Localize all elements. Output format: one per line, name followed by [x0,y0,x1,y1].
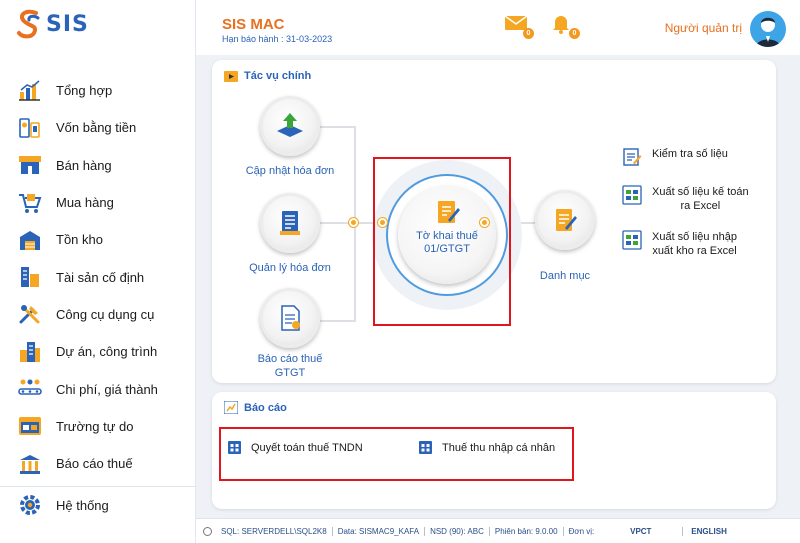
language-toggle[interactable]: ENGLISH [683,527,732,536]
bell-badge: 0 [569,28,580,39]
sidebar-item-he-thong[interactable]: Hệ thống [0,486,196,523]
money-icon [18,116,42,140]
notification-button[interactable]: 0 [550,13,580,39]
check-data-icon [623,148,642,166]
invoice-list-icon [280,211,300,235]
sidebar-item-ban-hang[interactable]: Bán hàng [0,147,196,184]
reports-panel: Báo cáo Quyết toán thuế TNDN Thuế thu nh… [212,392,776,509]
sidebar-item-von-bang-tien[interactable]: Vốn bằng tiền [0,109,196,146]
sidebar-item-label: Tồn kho [56,232,103,248]
warranty-text: Hạn báo hành : 31-03-2023 [222,34,333,44]
sidebar-item-tai-san[interactable]: Tài sản cố định [0,258,196,295]
status-bar: SQL: SERVERDELL\SQL2K8 Data: SISMAC9_KAF… [196,518,800,543]
report-chart-icon [224,401,238,414]
highlight-box-center [373,157,511,326]
mail-badge: 0 [523,28,534,39]
user-avatar-icon [756,17,780,47]
sidebar-item-chi-phi[interactable]: Chi phí, giá thành [0,370,196,407]
cost-icon [18,377,42,401]
user-name[interactable]: Người quản trị [665,21,742,35]
connection-radio[interactable] [203,526,212,536]
gear-icon [18,493,42,517]
sidebar-item-label: Mua hàng [56,195,114,211]
main-tasks-panel: Tác vụ chính Cập nhật hóa đơn Quản lý hó… [212,60,776,383]
sidebar-item-tong-hop[interactable]: Tổng hợp [0,72,196,109]
sidebar: SIS Tổng hợp Vốn bằng tiền Bán hàng Mua … [0,0,196,543]
warehouse-icon [18,228,42,252]
status-unit-value[interactable]: VPCT [599,526,684,536]
highlight-box-reports [219,427,574,481]
sidebar-item-label: Tổng hợp [56,83,113,99]
update-invoice-label: Cập nhật hóa đơn [245,165,335,177]
sidebar-item-mua-hang[interactable]: Mua hàng [0,184,196,221]
video-folder-icon [224,71,238,82]
connector [320,126,356,128]
store-icon [18,153,42,177]
tax-report-icon [18,452,42,476]
vat-report-button[interactable] [260,288,320,348]
logo-text: SIS [46,11,89,37]
manage-invoice-label: Quản lý hóa đơn [249,262,331,274]
reports-title: Báo cáo [244,402,287,414]
status-version: Phiên bản: 9.0.00 [490,526,564,536]
export-inventory-label: Xuất số liệu nhập xuất kho ra Excel [652,231,738,257]
sidebar-item-truong-tu-do[interactable]: Trường tự do [0,408,196,445]
export-inventory-link[interactable]: Xuất số liệu nhập xuất kho ra Excel [622,230,737,258]
connector [320,320,356,322]
export-accounting-label: Xuất số liệu kế toán ra Excel [652,186,749,212]
status-data: Data: SISMAC9_KAFA [333,526,426,536]
sis-logo-icon [17,9,40,39]
connector-dot [349,218,358,227]
vat-report-label: Báo cáo thuế GTGT [257,353,323,379]
sidebar-item-label: Báo cáo thuế [56,456,133,472]
main-area: Tác vụ chính Cập nhật hóa đơn Quản lý hó… [196,55,800,518]
sidebar-item-bao-cao-thue[interactable]: Báo cáo thuế [0,445,196,482]
sidebar-item-label: Bán hàng [56,157,112,173]
cart-icon [18,191,42,215]
check-data-link[interactable]: Kiểm tra số liệu [622,147,728,167]
vat-document-icon [281,305,300,331]
manage-invoice-button[interactable] [260,193,320,253]
check-data-label: Kiểm tra số liệu [652,148,728,160]
catalog-button[interactable] [535,190,595,250]
sidebar-item-label: Công cụ dụng cụ [56,306,155,322]
user-avatar[interactable] [750,11,786,47]
excel-export-icon [622,185,642,205]
update-invoice-button[interactable] [260,96,320,156]
tools-icon [18,302,42,326]
sidebar-item-label: Chi phí, giá thành [56,381,158,397]
catalog-label: Danh mục [539,270,591,282]
fields-icon [18,414,42,438]
bar-chart-icon [18,79,42,103]
status-sql: SQL: SERVERDELL\SQL2K8 [216,526,333,536]
sidebar-item-label: Trường tự do [56,418,134,434]
sidebar-item-label: Dự án, công trình [56,344,158,360]
app-logo[interactable]: SIS [16,8,106,40]
top-header: SIS MAC Hạn báo hành : 31-03-2023 0 0 Ng… [196,0,800,55]
upload-invoice-icon [277,113,303,137]
sidebar-item-du-an[interactable]: Dự án, công trình [0,333,196,370]
sidebar-item-label: Vốn bằng tiền [56,120,137,136]
asset-icon [18,265,42,289]
main-tasks-title: Tác vụ chính [244,70,312,82]
catalog-icon [556,209,577,231]
sidebar-item-label: Tài sản cố định [56,269,145,285]
export-accounting-link[interactable]: Xuất số liệu kế toán ra Excel [622,185,749,213]
building-icon [18,340,42,364]
status-user: NSD (90): ABC [425,526,490,536]
excel-export-icon [622,230,642,250]
sidebar-nav: Tổng hợp Vốn bằng tiền Bán hàng Mua hàng… [0,72,196,524]
mail-button[interactable]: 0 [504,13,534,39]
sidebar-item-label: Hệ thống [56,497,109,513]
sidebar-item-cong-cu[interactable]: Công cụ dụng cụ [0,296,196,333]
sidebar-item-ton-kho[interactable]: Tồn kho [0,221,196,258]
app-title: SIS MAC [222,16,285,33]
status-unit-label: Đơn vị: [568,526,595,536]
